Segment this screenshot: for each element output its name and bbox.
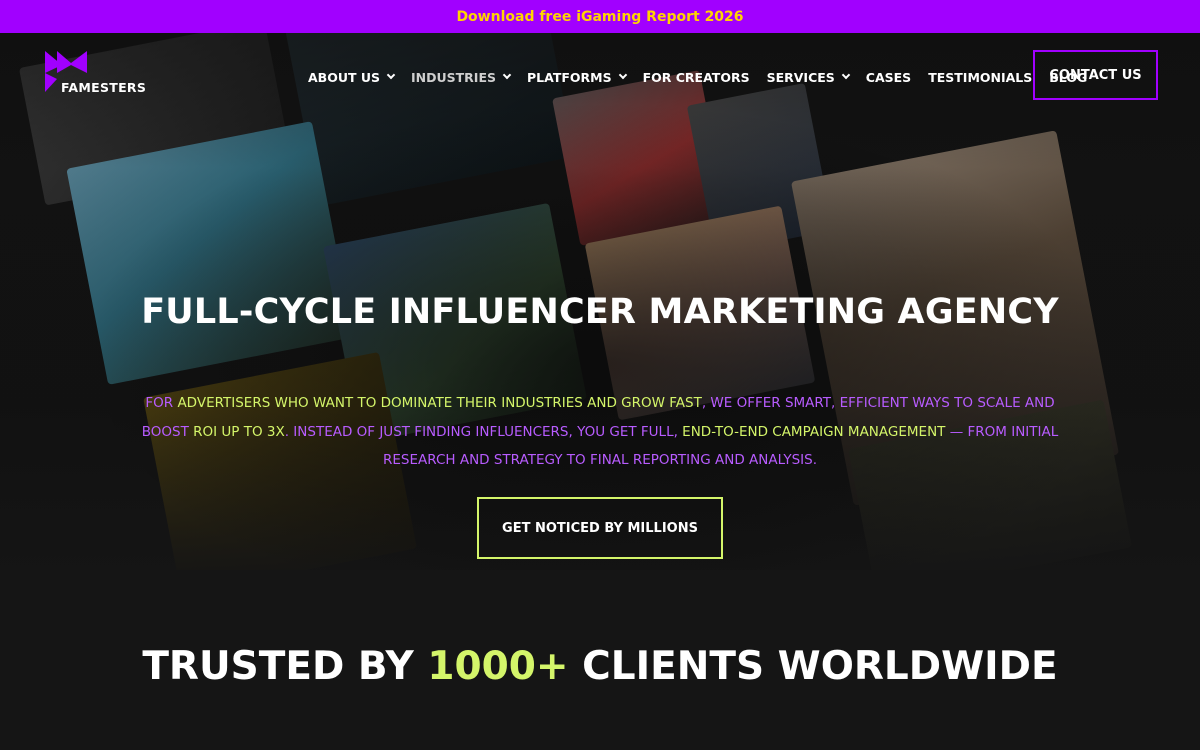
site-header: FAMESTERS ABOUT US INDUSTRIES PLATFORMS …	[0, 33, 1200, 113]
promo-banner[interactable]: Download free iGaming Report 2026	[0, 0, 1200, 33]
main-nav: ABOUT US INDUSTRIES PLATFORMS FOR CREATO…	[308, 66, 1104, 88]
nav-item-services[interactable]: SERVICES	[767, 70, 851, 85]
logo-text: FAMESTERS	[61, 80, 147, 95]
clients-count: 1000+	[427, 644, 569, 689]
trusted-heading: TRUSTED BY 1000+ CLIENTS WORLDWIDE	[142, 644, 1058, 689]
chevron-down-icon	[502, 70, 512, 80]
nav-item-industries[interactable]: INDUSTRIES	[411, 70, 512, 85]
nav-item-for-creators[interactable]: FOR CREATORS	[643, 70, 750, 85]
chevron-down-icon	[618, 70, 627, 80]
nav-item-about-us[interactable]: ABOUT US	[308, 70, 396, 85]
chevron-down-icon	[841, 70, 851, 80]
get-noticed-button[interactable]: GET NOTICED BY MILLIONS	[477, 497, 723, 559]
contact-us-button[interactable]: CONTACT US	[1033, 50, 1158, 100]
nav-item-platforms[interactable]: PLATFORMS	[527, 70, 627, 85]
promo-banner-text[interactable]: Download free iGaming Report 2026	[456, 9, 743, 25]
famesters-logo[interactable]: FAMESTERS	[45, 51, 155, 97]
hero-description: FOR ADVERTISERS WHO WANT TO DOMINATE THE…	[141, 395, 1059, 468]
nav-item-cases[interactable]: CASES	[866, 70, 911, 85]
chevron-down-icon	[386, 70, 396, 80]
hero-title: FULL-CYCLE INFLUENCER MARKETING AGENCY	[141, 292, 1059, 332]
nav-item-testimonials[interactable]: TESTIMONIALS	[928, 70, 1032, 85]
